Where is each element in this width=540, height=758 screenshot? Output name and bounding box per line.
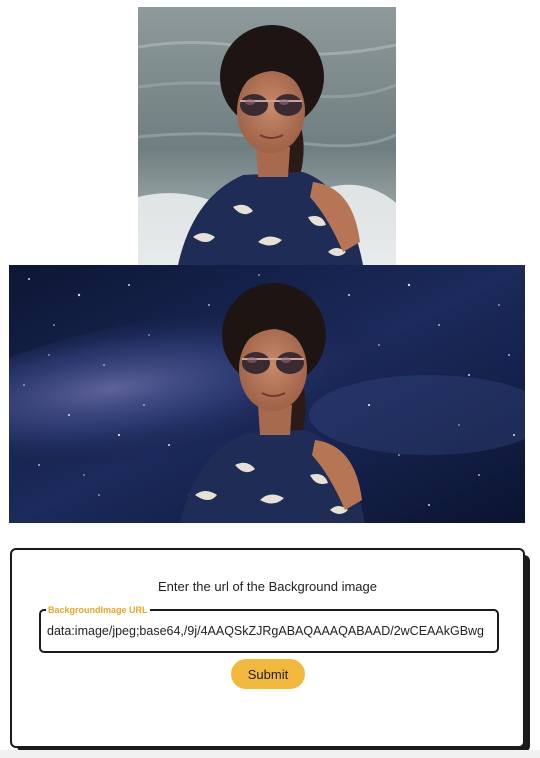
background-url-card: Enter the url of the Background image Ba… (10, 548, 525, 748)
composited-photo (9, 265, 525, 523)
background-url-input[interactable]: data:image/jpeg;base64,/9j/4AAQSkZJRgABA… (47, 621, 491, 641)
page-bottom-strip (0, 750, 540, 758)
background-url-field[interactable]: BackgroundImage URL data:image/jpeg;base… (39, 604, 499, 653)
original-photo (138, 7, 396, 265)
card-title: Enter the url of the Background image (158, 579, 377, 594)
submit-button[interactable]: Submit (231, 659, 305, 689)
background-url-label: BackgroundImage URL (46, 604, 150, 616)
